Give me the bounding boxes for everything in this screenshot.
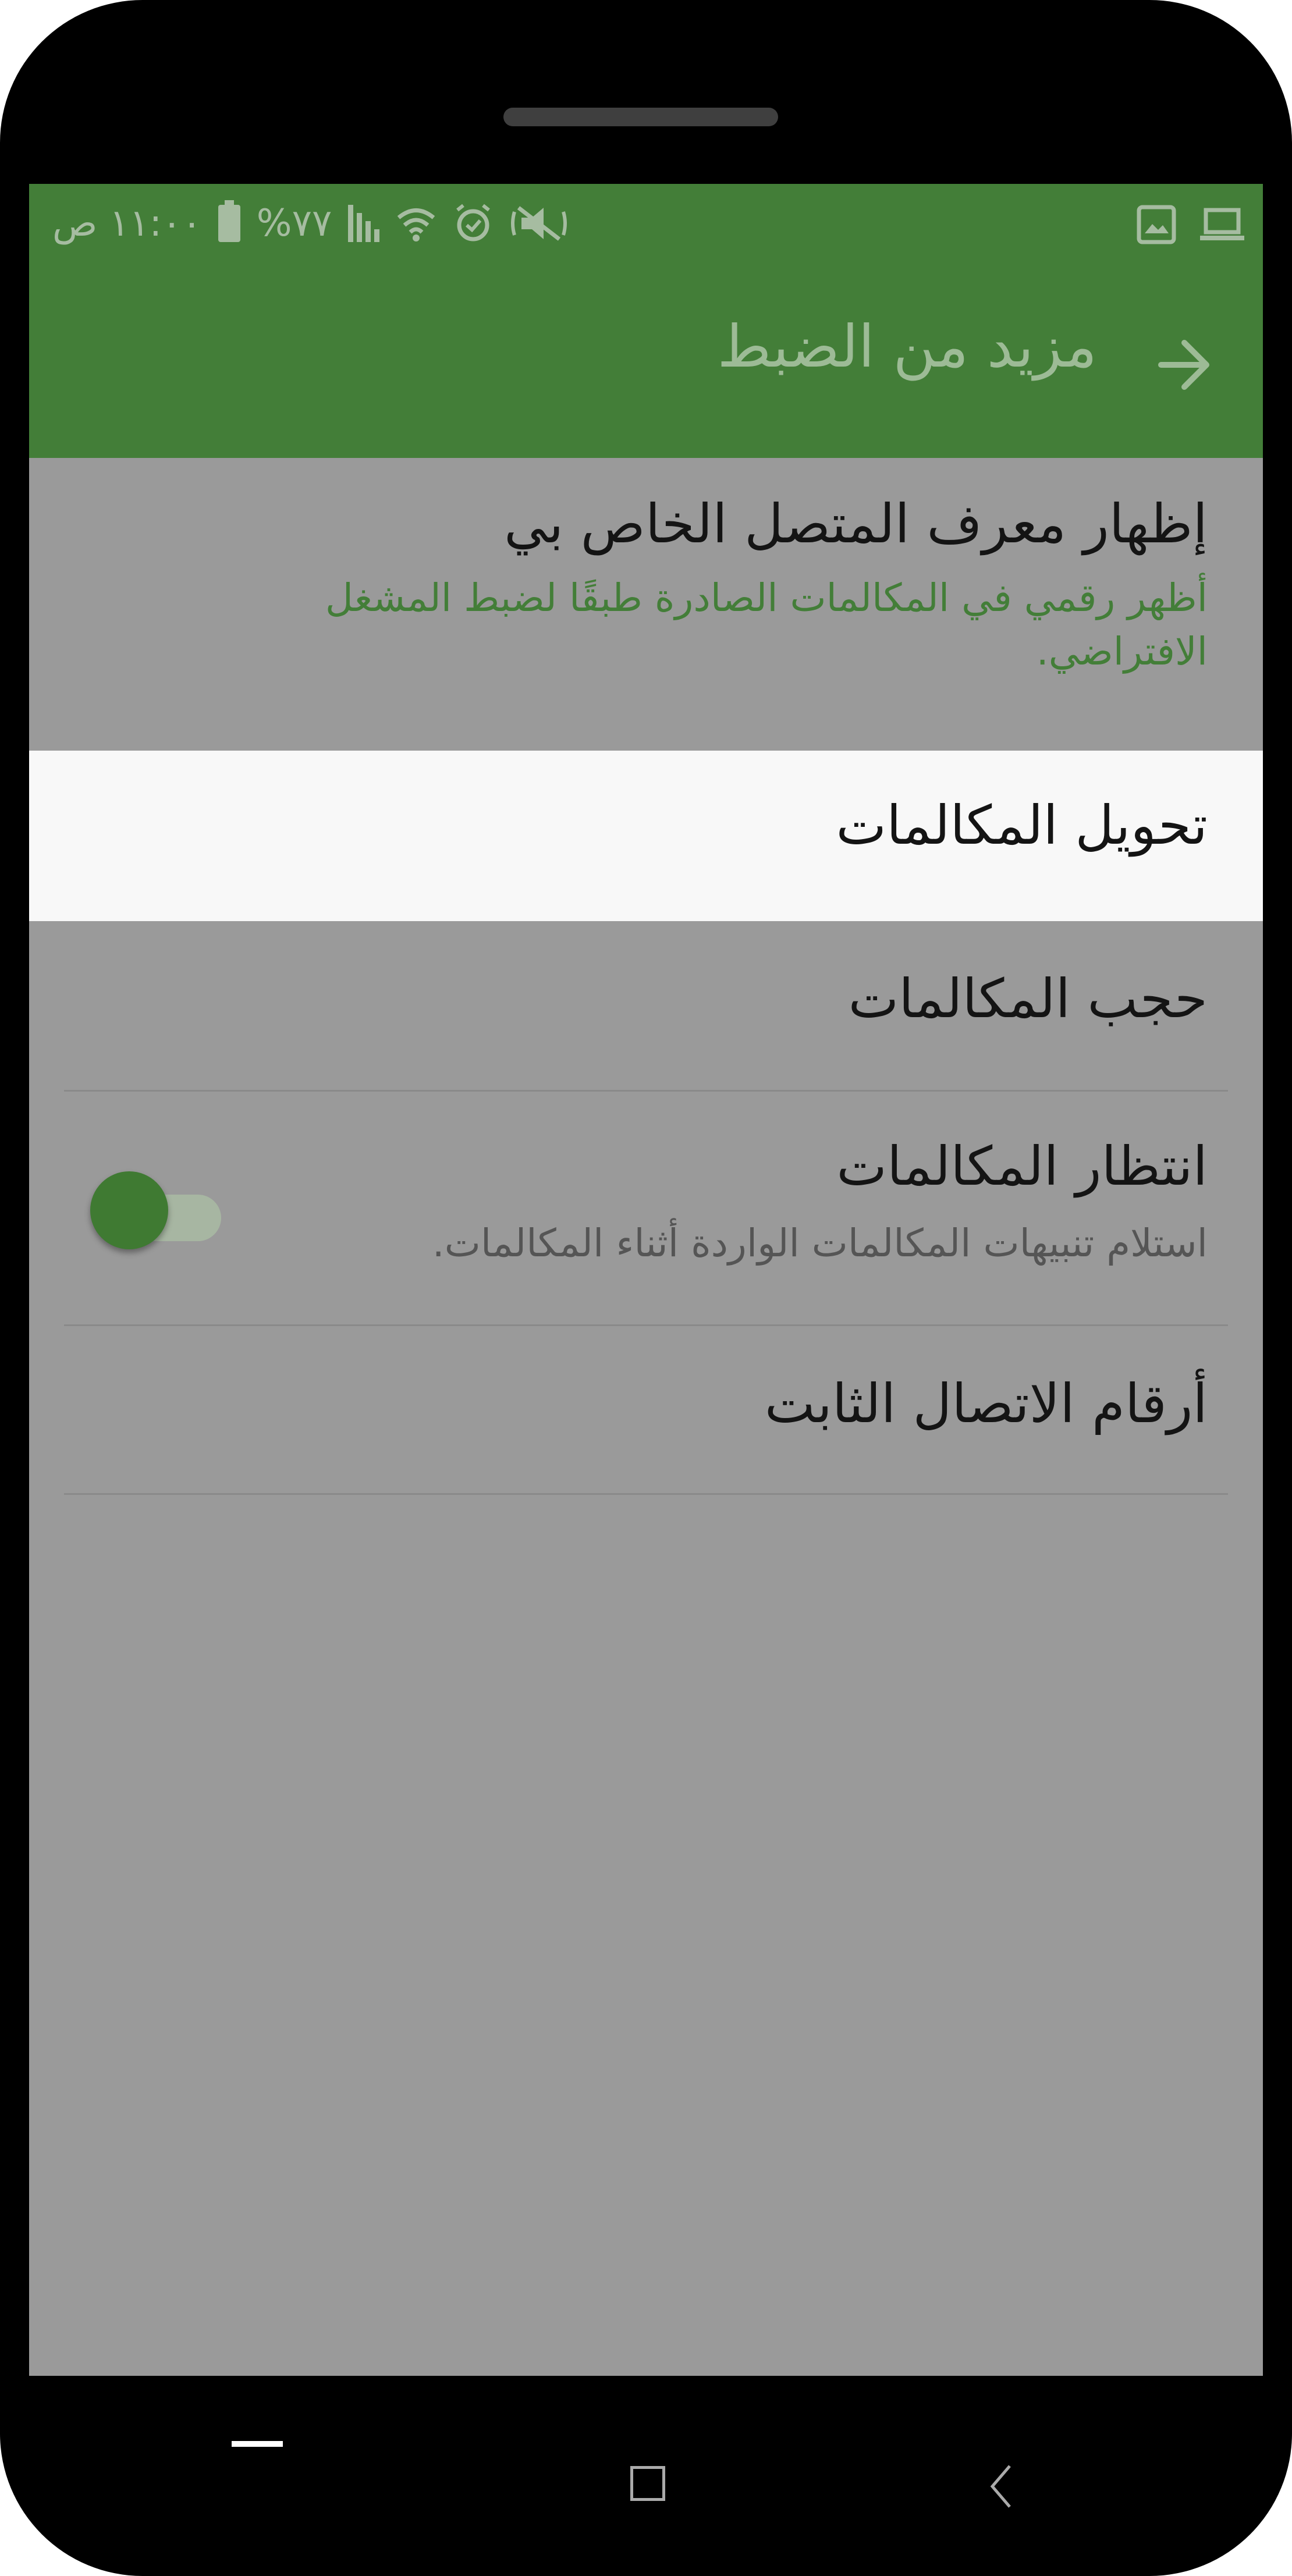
setting-caller-id[interactable]: إظهار معرف المتصل الخاص بي أظهر رقمي في … bbox=[29, 458, 1263, 751]
setting-fixed-dialing[interactable]: أرقام الاتصال الثابت bbox=[29, 1326, 1263, 1495]
setting-title: أرقام الاتصال الثابت bbox=[764, 1373, 1208, 1435]
setting-title: انتظار المكالمات bbox=[836, 1135, 1208, 1198]
setting-call-forwarding[interactable]: تحويل المكالمات bbox=[29, 751, 1263, 921]
screen: ١١:٠٠ ص %٧٧ مزيد من الضبط إظهار معرف الم… bbox=[29, 184, 1263, 2376]
laptop-icon bbox=[1200, 208, 1244, 240]
home-icon[interactable] bbox=[630, 2466, 665, 2501]
status-right-group bbox=[1136, 201, 1245, 248]
battery-icon bbox=[218, 200, 240, 242]
setting-title: تحويل المكالمات bbox=[836, 794, 1208, 857]
toggle-thumb bbox=[90, 1171, 168, 1249]
status-left-group: ١١:٠٠ ص %٧٧ bbox=[52, 198, 568, 248]
recent-apps-icon[interactable] bbox=[232, 2441, 283, 2447]
page-title: مزيد من الضبط bbox=[717, 312, 1097, 381]
alarm-icon bbox=[456, 204, 491, 241]
setting-title: إظهار معرف المتصل الخاص بي bbox=[504, 493, 1208, 555]
signal-icon bbox=[348, 204, 380, 242]
status-time: ١١:٠٠ ص bbox=[52, 201, 202, 245]
setting-summary: أظهر رقمي في المكالمات الصادرة طبقًا لضب… bbox=[325, 575, 1208, 674]
phone-speaker bbox=[503, 108, 778, 126]
call-waiting-toggle[interactable] bbox=[90, 1171, 221, 1249]
status-bar: ١١:٠٠ ص %٧٧ bbox=[29, 184, 1263, 263]
setting-call-waiting[interactable]: انتظار المكالمات استلام تنبيهات المكالما… bbox=[29, 1092, 1263, 1324]
gallery-icon bbox=[1137, 205, 1176, 244]
arrow-back-icon bbox=[1158, 340, 1209, 390]
back-button[interactable] bbox=[1152, 333, 1216, 397]
wifi-icon bbox=[397, 208, 435, 241]
setting-summary: استلام تنبيهات المكالمات الواردة أثناء ا… bbox=[432, 1221, 1208, 1266]
navigation-bar bbox=[0, 2376, 1292, 2576]
battery-percent: %٧٧ bbox=[256, 201, 332, 245]
back-icon[interactable] bbox=[984, 2460, 1018, 2513]
mute-icon bbox=[511, 205, 567, 241]
setting-call-barring[interactable]: حجب المكالمات bbox=[29, 921, 1263, 1090]
divider bbox=[64, 1493, 1228, 1495]
setting-title: حجب المكالمات bbox=[848, 968, 1208, 1030]
phone-frame: ١١:٠٠ ص %٧٧ مزيد من الضبط إظهار معرف الم… bbox=[0, 0, 1292, 2576]
toolbar: مزيد من الضبط bbox=[29, 263, 1263, 458]
